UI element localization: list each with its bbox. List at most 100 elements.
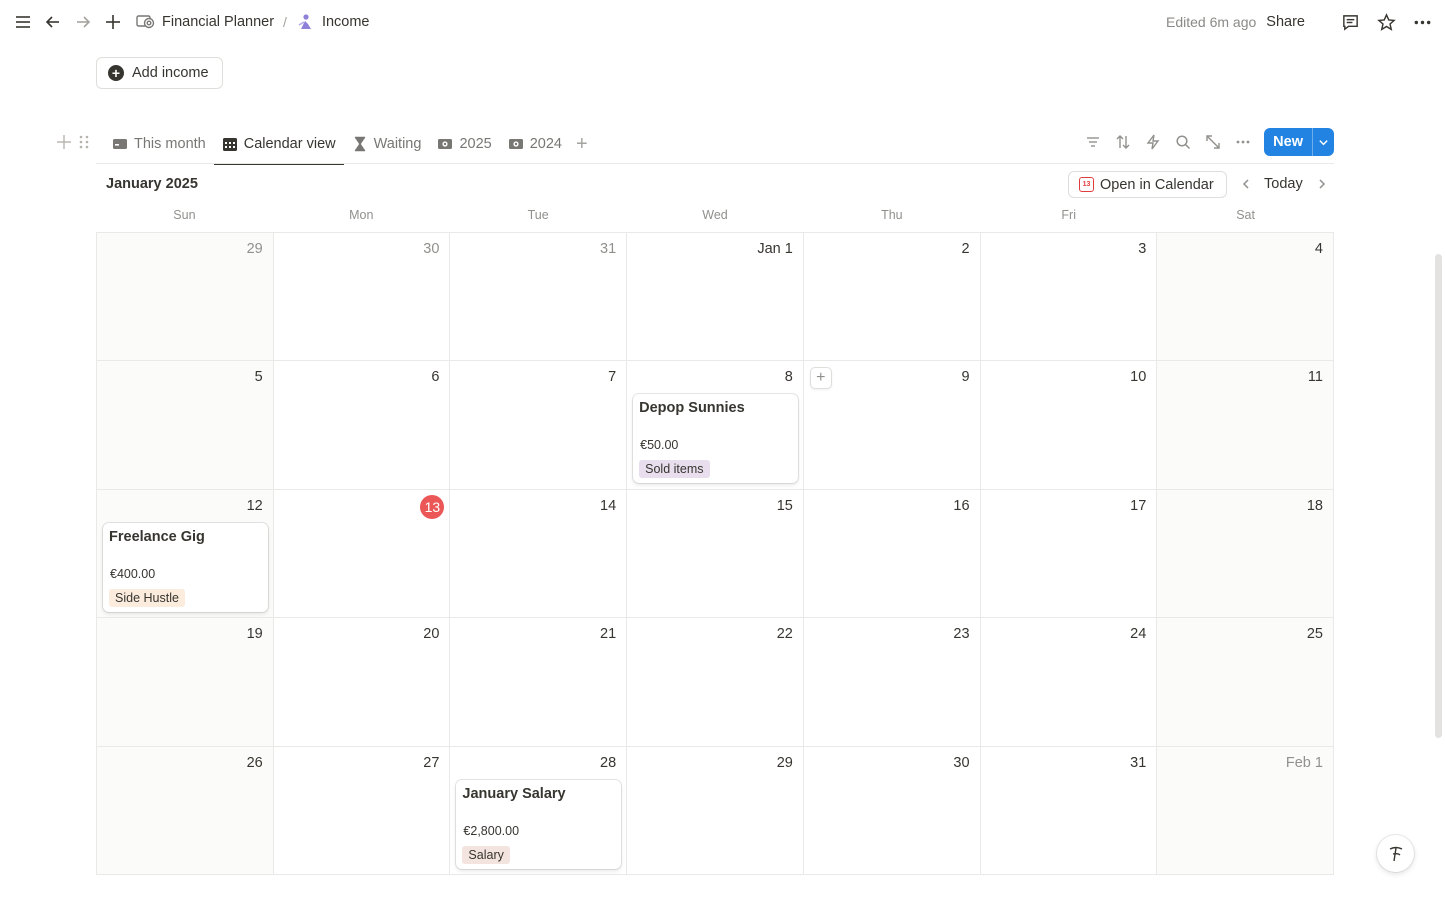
calendar-day-cell[interactable]: 15	[627, 489, 804, 619]
day-number: 27	[423, 754, 440, 771]
calendar-day-cell[interactable]: 16	[803, 489, 981, 619]
today-button[interactable]: Today	[1264, 176, 1303, 192]
day-number: 24	[1130, 626, 1147, 643]
banknote-icon	[508, 136, 524, 152]
calendar-day-cell[interactable]: 24	[980, 618, 1158, 747]
calendar-day-cell[interactable]: 23	[803, 618, 981, 747]
chevron-down-icon[interactable]	[1312, 128, 1334, 156]
day-number: 2	[961, 241, 970, 257]
calendar-day-cell[interactable]: 31	[450, 233, 628, 362]
view-more-icon[interactable]	[1232, 131, 1254, 153]
calendar-day-cell[interactable]: 10	[980, 361, 1158, 490]
breadcrumb-label: Financial Planner	[162, 14, 275, 30]
tab-2025[interactable]: 2025	[429, 124, 499, 164]
share-button[interactable]: Share	[1266, 14, 1305, 30]
day-number: 29	[246, 241, 263, 257]
back-arrow-icon[interactable]	[42, 11, 64, 33]
day-number: 31	[1130, 754, 1147, 771]
chevron-right-icon[interactable]	[1314, 176, 1330, 192]
chevron-left-icon[interactable]	[1238, 176, 1254, 192]
filter-icon[interactable]	[1082, 131, 1104, 153]
open-in-calendar-label: Open in Calendar	[1100, 176, 1214, 193]
search-icon[interactable]	[1172, 131, 1194, 153]
tab-calendar-view[interactable]: Calendar view	[213, 124, 344, 165]
tab-2024[interactable]: 2024	[500, 124, 570, 164]
event-card[interactable]: Depop Sunnies €50.00 Sold items	[633, 394, 798, 484]
event-card[interactable]: January Salary €2,800.00 Salary	[456, 779, 622, 869]
calendar-day-cell[interactable]: 29	[627, 746, 804, 875]
day-number: 7	[608, 369, 617, 386]
day-number: 19	[246, 626, 263, 643]
tab-label: Calendar view	[243, 136, 336, 152]
add-event-plus-icon[interactable]: +	[809, 367, 832, 390]
calendar-day-cell[interactable]: 5	[97, 361, 274, 490]
sidebar-menu-icon[interactable]	[12, 11, 34, 33]
day-number: 30	[953, 754, 970, 771]
calendar-day-cell[interactable]: 7	[450, 361, 628, 490]
calendar-day-cell[interactable]: 13	[273, 489, 451, 619]
forward-arrow-icon[interactable]	[72, 11, 94, 33]
calendar-day-cell[interactable]: 29	[97, 233, 274, 362]
tab-waiting[interactable]: Waiting	[344, 124, 430, 164]
day-number: 20	[423, 626, 440, 643]
calendar-day-cell[interactable]: 20	[273, 618, 451, 747]
event-category-tag: Sold items	[639, 460, 710, 479]
day-number: 5	[254, 369, 263, 386]
tab-this-month[interactable]: This month	[104, 124, 214, 164]
calendar-day-cell[interactable]: 26	[97, 746, 274, 875]
comments-icon[interactable]	[1339, 11, 1361, 33]
new-entry-button[interactable]: New	[1264, 128, 1334, 156]
calendar-day-cell[interactable]: 8 Depop Sunnies €50.00 Sold items	[627, 361, 804, 490]
day-number: Feb 1	[1285, 754, 1323, 771]
day-number: 23	[953, 626, 970, 643]
calendar-icon	[222, 136, 238, 152]
today-date-badge: 13	[420, 494, 445, 519]
sort-icon[interactable]	[1112, 131, 1134, 153]
day-number: 31	[600, 241, 617, 257]
calendar-day-cell[interactable]: 19	[97, 618, 274, 747]
calendar-day-cell[interactable]: 30	[803, 746, 981, 875]
add-view-plus-icon[interactable]: +	[570, 124, 594, 164]
calendar-day-cell[interactable]: 27	[273, 746, 451, 875]
calendar-day-cell[interactable]: 2	[803, 233, 981, 362]
help-button[interactable]	[1377, 835, 1414, 872]
drag-handle-icon[interactable]	[78, 134, 90, 150]
calendar-day-cell[interactable]: 11	[1157, 361, 1334, 490]
day-number: 15	[776, 497, 793, 514]
calendar-day-cell[interactable]: 18	[1157, 489, 1334, 619]
add-block-plus-icon[interactable]	[56, 134, 72, 150]
favorite-star-icon[interactable]	[1375, 11, 1397, 33]
scrollbar[interactable]	[1435, 254, 1442, 738]
calendar-day-cell[interactable]: 17	[980, 489, 1158, 619]
calendar-day-cell[interactable]: 3	[980, 233, 1158, 362]
calendar-day-cell[interactable]: 30	[273, 233, 451, 362]
add-income-button[interactable]: + Add income	[96, 57, 223, 89]
event-card[interactable]: Freelance Gig €400.00 Side Hustle	[103, 522, 268, 612]
more-options-icon[interactable]	[1411, 11, 1433, 33]
calendar-day-cell[interactable]: 21	[450, 618, 628, 747]
day-number: 3	[1138, 241, 1147, 257]
new-page-plus-icon[interactable]	[102, 11, 124, 33]
day-number: 12	[246, 497, 263, 514]
calendar-day-cell[interactable]: 9 +	[803, 361, 981, 490]
calendar-day-cell[interactable]: Jan 1	[627, 233, 804, 362]
day-number: 10	[1130, 369, 1147, 386]
calendar-day-cell[interactable]: Feb 1	[1157, 746, 1334, 875]
calendar-day-cell[interactable]: 22	[627, 618, 804, 747]
edited-timestamp: Edited 6m ago	[1166, 14, 1257, 30]
calendar-day-cell[interactable]: 25	[1157, 618, 1334, 747]
calendar-day-cell[interactable]: 6	[273, 361, 451, 490]
new-button-label[interactable]: New	[1264, 128, 1312, 156]
calendar-day-cell[interactable]: 4	[1157, 233, 1334, 362]
event-title: Depop Sunnies	[639, 400, 745, 417]
calendar-day-cell[interactable]: 28 January Salary €2,800.00 Salary	[450, 746, 628, 875]
automation-lightning-icon[interactable]	[1142, 131, 1164, 153]
calendar-day-cell[interactable]: 31	[980, 746, 1158, 875]
weekday-label: Tue	[527, 208, 549, 222]
breadcrumb-income[interactable]: Income	[296, 13, 370, 31]
breadcrumb-financial-planner[interactable]: Financial Planner	[136, 13, 274, 31]
calendar-day-cell[interactable]: 12 Freelance Gig €400.00 Side Hustle	[97, 489, 274, 619]
expand-arrows-icon[interactable]	[1202, 131, 1224, 153]
open-in-calendar-button[interactable]: 13 Open in Calendar	[1068, 171, 1227, 198]
calendar-day-cell[interactable]: 14	[450, 489, 628, 619]
